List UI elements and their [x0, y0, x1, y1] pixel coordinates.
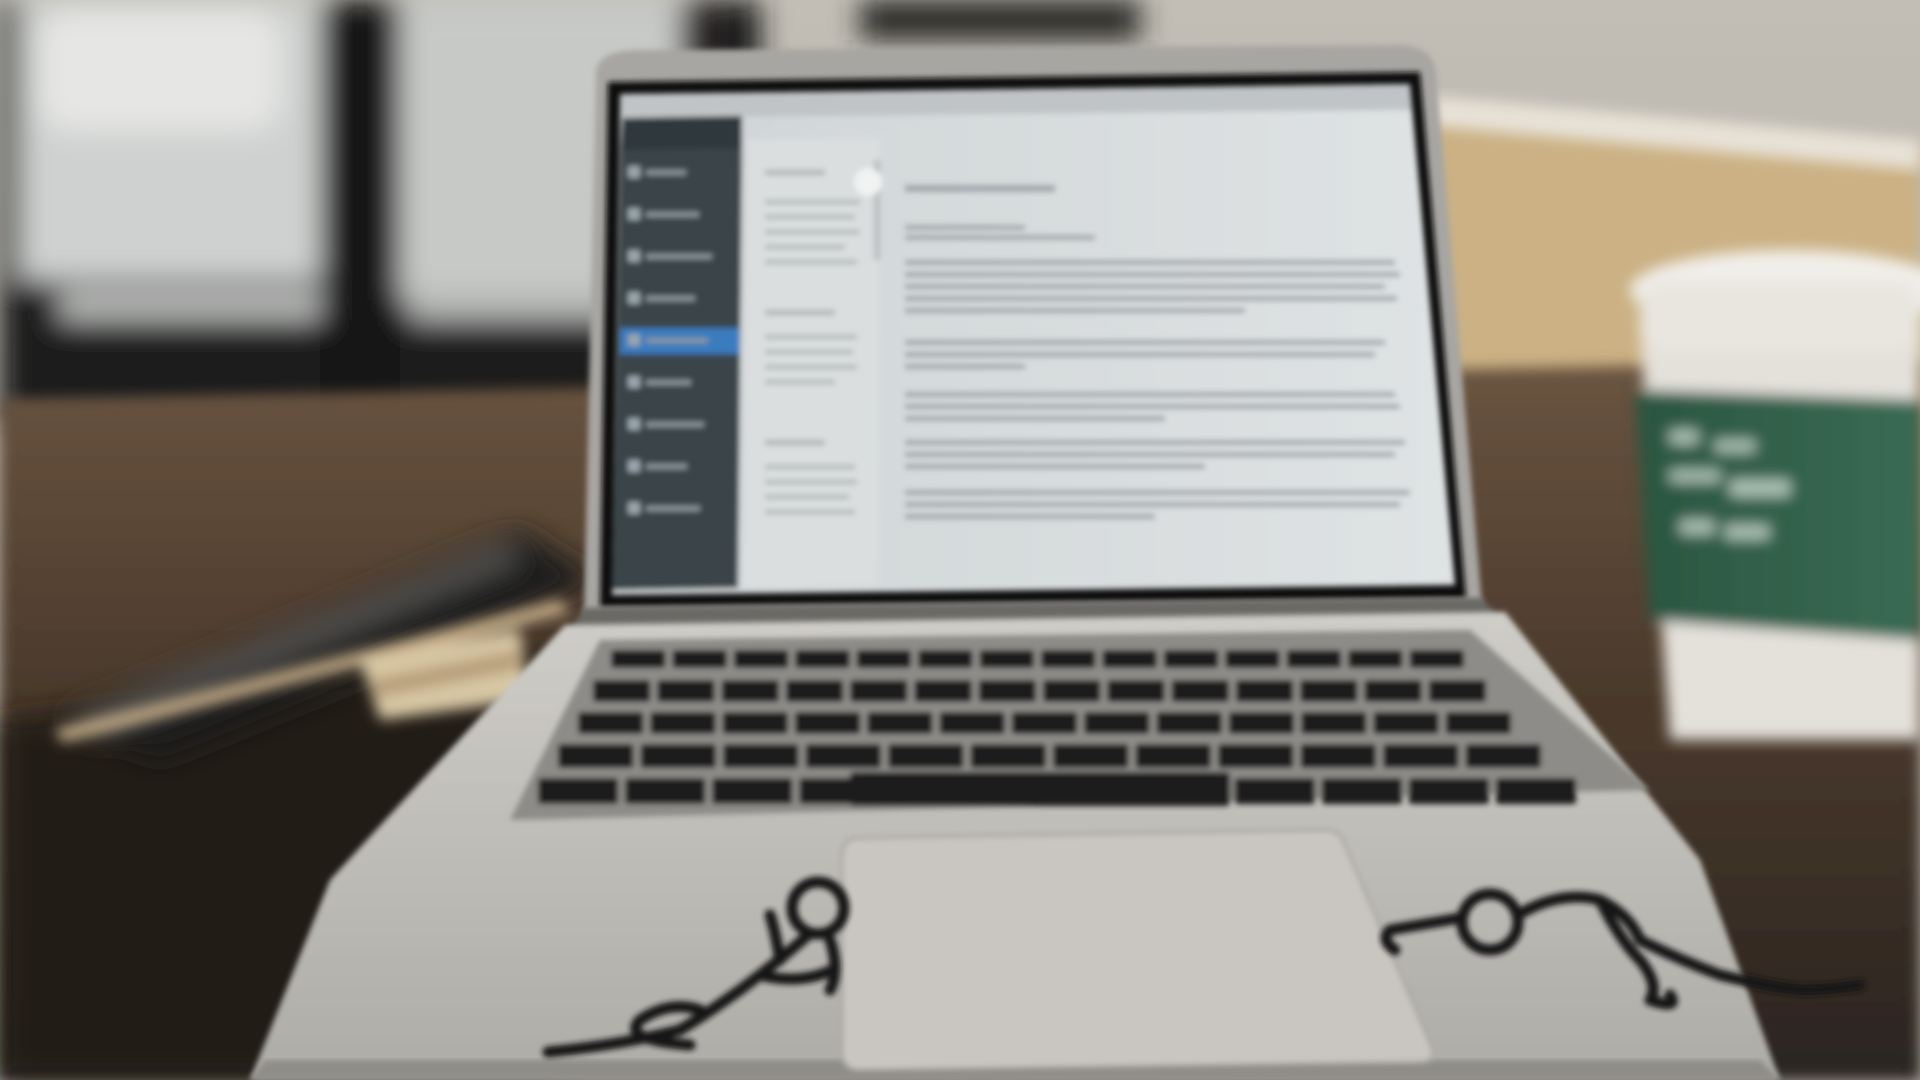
sidebar-item-3-icon [628, 250, 640, 262]
screen [612, 84, 1455, 595]
key-r2-3 [794, 712, 861, 734]
key-r1-12 [1364, 680, 1422, 702]
key-r0-13 [1409, 650, 1464, 668]
key-r4-10 [1408, 778, 1489, 804]
key-r1-10 [1235, 680, 1294, 702]
sidebar-item-2-icon [628, 208, 640, 220]
key-r3-6 [1053, 744, 1129, 768]
key-r3-1 [640, 744, 716, 768]
key-r3-10 [1383, 744, 1459, 768]
key-r0-12 [1348, 650, 1403, 668]
key-r1-2 [721, 680, 779, 702]
key-r2-7 [1084, 712, 1150, 734]
key-r1-9 [1171, 680, 1229, 702]
key-r2-10 [1301, 712, 1367, 734]
key-r0-10 [1225, 650, 1280, 668]
sidebar-item-8 [646, 464, 687, 469]
key-r1-4 [850, 680, 908, 702]
sidebar-item-2 [646, 212, 699, 217]
sidebar-item-7 [646, 422, 704, 427]
key-r3-11 [1465, 744, 1541, 768]
key-r1-8 [1107, 680, 1165, 702]
key-r3-5 [970, 744, 1046, 768]
key-r2-2 [722, 712, 788, 734]
key-r2-0 [578, 712, 644, 734]
key-r4-2 [712, 778, 793, 804]
key-r2-8 [1156, 712, 1222, 734]
scene-svg [0, 0, 1920, 1080]
key-r0-4 [856, 650, 912, 668]
middle-panel [742, 138, 880, 588]
sidebar-item-3 [646, 254, 712, 259]
key-r1-13 [1428, 680, 1486, 702]
sidebar-item-4-icon [628, 292, 640, 304]
key-r1-3 [785, 680, 844, 702]
key-r4-9 [1321, 778, 1402, 804]
sidebar-item-7-icon [628, 418, 640, 430]
key-r2-12 [1445, 712, 1511, 734]
sidebar-item-9 [646, 506, 700, 511]
key-r3-0 [558, 744, 634, 768]
sidebar-item-9-icon [628, 502, 640, 514]
key-r0-5 [918, 650, 973, 668]
key-r2-4 [867, 712, 933, 734]
key-r2-1 [650, 712, 716, 734]
key-r1-1 [657, 680, 715, 702]
key-r4-8 [1234, 778, 1315, 804]
space-bar [850, 772, 1230, 806]
coffee-cup [1630, 250, 1920, 740]
key-r2-9 [1228, 712, 1295, 734]
key-r3-7 [1135, 744, 1211, 768]
key-r0-8 [1102, 650, 1157, 668]
key-r3-4 [888, 744, 964, 768]
sidebar-item-5 [646, 338, 708, 343]
key-r1-11 [1300, 680, 1358, 702]
keyboard [510, 630, 1650, 820]
key-r0-2 [733, 650, 789, 668]
key-r0-6 [979, 650, 1034, 668]
key-r0-0 [611, 650, 666, 668]
key-r3-9 [1300, 744, 1376, 768]
sidebar-item-1-icon [628, 166, 640, 178]
sidebar-item-5-icon [628, 334, 640, 346]
key-r4-11 [1495, 778, 1576, 804]
key-r1-6 [978, 680, 1036, 702]
key-r1-5 [914, 680, 972, 702]
key-r0-1 [672, 650, 727, 668]
key-r0-7 [1041, 650, 1096, 668]
key-r3-2 [723, 744, 799, 768]
key-r2-11 [1373, 712, 1439, 734]
key-r0-11 [1286, 650, 1342, 668]
key-r2-6 [1011, 712, 1078, 734]
sidebar-item-6 [646, 380, 691, 385]
key-r1-0 [593, 680, 651, 702]
sidebar-item-8-icon [628, 460, 640, 472]
photo-scene [0, 0, 1920, 1080]
key-r0-3 [795, 650, 850, 668]
sidebar-item-1 [646, 170, 686, 175]
sidebar-item-4 [646, 296, 695, 301]
key-r1-7 [1043, 680, 1101, 702]
key-r4-0 [538, 778, 619, 804]
key-r3-8 [1218, 744, 1294, 768]
key-r4-1 [625, 778, 706, 804]
trackpad [840, 828, 1435, 1072]
key-r2-5 [939, 712, 1005, 734]
sidebar-item-6-icon [628, 376, 640, 388]
key-r0-9 [1163, 650, 1219, 668]
key-r3-3 [805, 744, 881, 768]
